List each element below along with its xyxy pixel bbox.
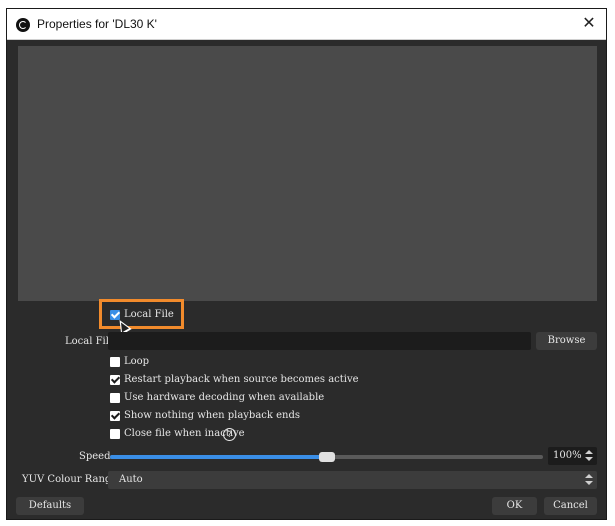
defaults-button[interactable]: Defaults (16, 497, 84, 515)
properties-dialog: Properties for 'DL30 K' ✕ Local File Loc… (6, 8, 607, 520)
yuv-colour-range-select[interactable]: Auto (108, 471, 597, 489)
hardware-decoding-checkbox[interactable] (110, 393, 120, 403)
obs-logo-icon (16, 18, 30, 32)
speed-slider[interactable] (110, 452, 543, 462)
spin-arrows-icon[interactable] (583, 448, 595, 464)
browse-button[interactable]: Browse (536, 332, 597, 350)
yuv-colour-range-value: Auto (119, 474, 143, 485)
window-title: Properties for 'DL30 K' (37, 17, 157, 31)
local-file-path-input[interactable] (108, 332, 531, 350)
source-preview (18, 46, 597, 301)
local-file-checkbox[interactable] (110, 310, 120, 320)
cancel-button[interactable]: Cancel (544, 497, 597, 515)
speed-value: 100% (553, 450, 582, 461)
local-file-checkbox-label: Local File (124, 309, 174, 320)
speed-label: Speed (79, 451, 111, 462)
select-arrows-icon (583, 472, 595, 488)
hardware-decoding-label: Use hardware decoding when available (124, 392, 325, 403)
ok-button[interactable]: OK (492, 497, 537, 515)
show-nothing-label: Show nothing when playback ends (124, 410, 301, 421)
title-bar: Properties for 'DL30 K' ✕ (7, 9, 606, 40)
help-icon[interactable]: ? (223, 428, 236, 441)
speed-slider-fill (110, 455, 327, 459)
close-icon[interactable]: ✕ (580, 14, 598, 32)
yuv-colour-range-label: YUV Colour Range (22, 474, 118, 485)
loop-checkbox[interactable] (110, 357, 120, 367)
restart-playback-checkbox[interactable] (110, 375, 120, 385)
restart-playback-label: Restart playback when source becomes act… (124, 374, 359, 385)
show-nothing-checkbox[interactable] (110, 411, 120, 421)
close-file-inactive-checkbox[interactable] (110, 429, 120, 439)
loop-label: Loop (124, 356, 150, 367)
speed-slider-handle[interactable] (319, 452, 335, 462)
speed-spinbox[interactable]: 100% (548, 447, 597, 465)
